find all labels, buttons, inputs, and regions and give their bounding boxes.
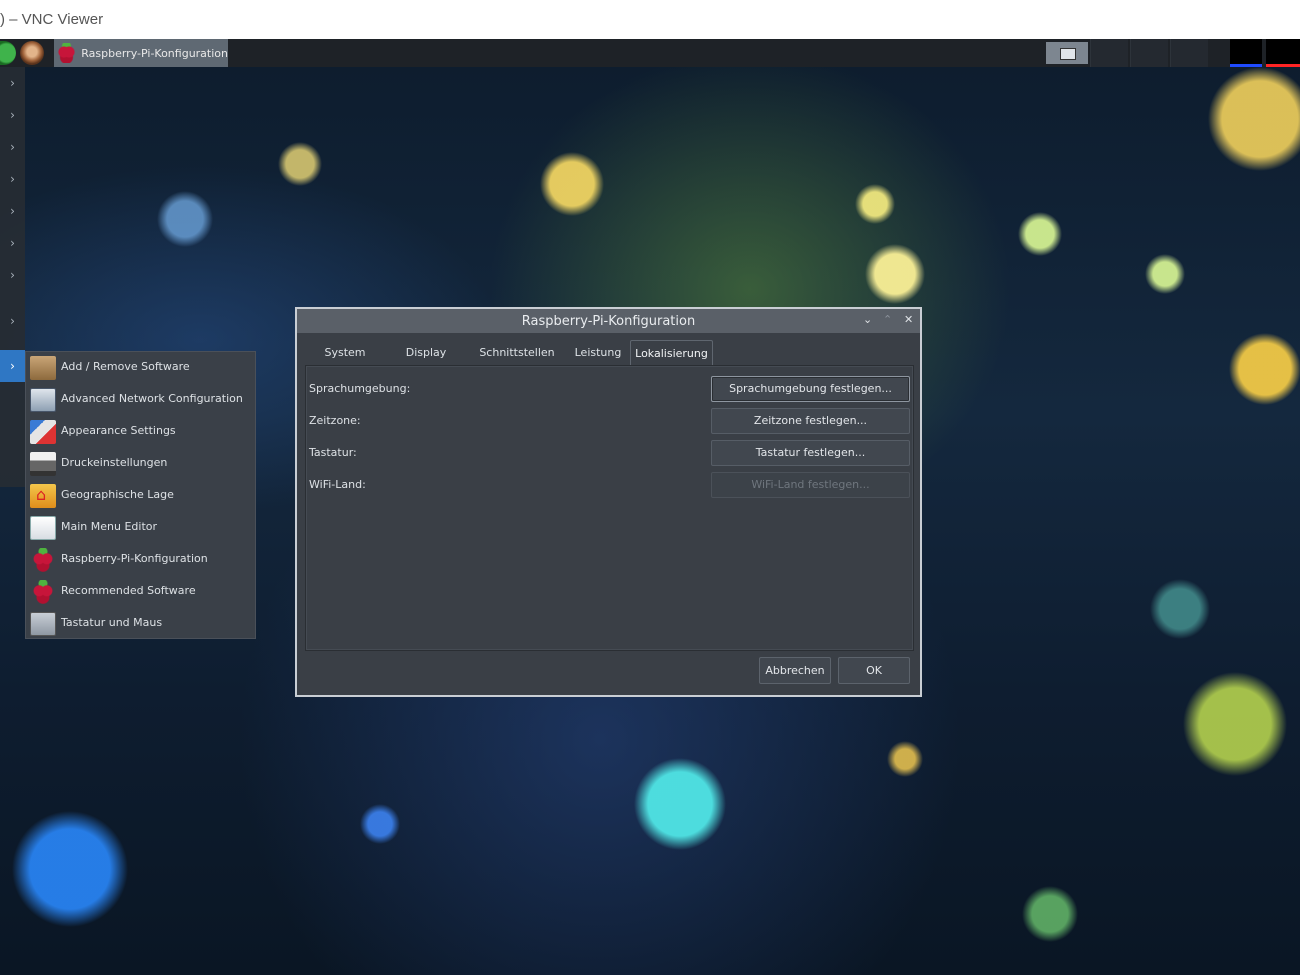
menu-item-add-remove-software[interactable]: Add / Remove Software [26, 352, 255, 384]
taskbar-task-label: Raspberry-Pi-Konfiguration [81, 46, 228, 60]
ok-button[interactable]: OK [838, 657, 910, 684]
tab-lokalisierung[interactable]: Lokalisierung [630, 340, 713, 366]
cpu-monitor-icon[interactable] [1230, 39, 1262, 67]
menu-item-appearance-settings[interactable]: Appearance Settings [26, 416, 255, 448]
cpu-temp-monitor-icon[interactable] [1266, 39, 1300, 67]
raspberry-icon [30, 580, 56, 604]
raspberry-icon [58, 43, 76, 63]
raspberry-icon [30, 548, 56, 572]
menu-item-label: Tastatur und Maus [61, 616, 163, 629]
menu-item-label: Main Menu Editor [61, 520, 158, 533]
cancel-button[interactable]: Abbrechen [759, 657, 831, 684]
menu-item-label: Advanced Network Configuration [61, 392, 243, 405]
taskbar: Raspberry-Pi-Konfiguration [0, 39, 1300, 67]
chevron-right-icon[interactable]: › [0, 75, 25, 91]
menu-item-geographische-lage[interactable]: Geographische Lage [26, 480, 255, 512]
chevron-right-icon[interactable]: › [0, 107, 25, 123]
chevron-right-icon[interactable]: › [0, 350, 25, 382]
chevron-right-icon[interactable]: › [0, 267, 25, 283]
set-wifi-country-button[interactable]: WiFi-Land festlegen... [711, 472, 910, 498]
chevron-right-icon[interactable]: › [0, 203, 25, 219]
menu-item-label: Add / Remove Software [61, 360, 190, 373]
set-locale-button[interactable]: Sprachumgebung festlegen... [711, 376, 910, 402]
maximize-icon[interactable]: ⌃ [883, 313, 892, 326]
menu-item-label: Appearance Settings [61, 424, 176, 437]
menu-item-label: Druckeinstellungen [61, 456, 168, 469]
locale-label: Sprachumgebung: [309, 382, 411, 395]
menu-item-druckeinstellungen[interactable]: Druckeinstellungen [26, 448, 255, 480]
menu-item-main-menu-editor[interactable]: Main Menu Editor [26, 512, 255, 544]
package-icon [30, 356, 56, 380]
close-icon[interactable]: ✕ [904, 313, 913, 326]
main-menu-panel: › › › › › › › › › [0, 67, 25, 487]
network-config-icon [30, 388, 56, 412]
menu-item-raspberry-pi-konfiguration[interactable]: Raspberry-Pi-Konfiguration [26, 544, 255, 576]
dialog-title: Raspberry-Pi-Konfiguration [521, 314, 696, 329]
wifi-country-label: WiFi-Land: [309, 478, 366, 491]
dialog-titlebar[interactable]: Raspberry-Pi-Konfiguration ⌄ ⌃ ✕ [297, 309, 920, 333]
raspberry-menu-icon[interactable] [0, 41, 16, 65]
tab-schnittstellen[interactable]: Schnittstellen [469, 340, 565, 366]
timezone-label: Zeitzone: [309, 414, 361, 427]
printer-icon [30, 452, 56, 476]
screen-layout-icon[interactable] [1046, 42, 1088, 64]
keyboard-mouse-icon [30, 612, 56, 636]
taskbar-tray-slot[interactable] [1090, 39, 1128, 67]
menu-item-label: Recommended Software [61, 584, 196, 597]
lokalisierung-panel: Sprachumgebung: Sprachumgebung festlegen… [305, 365, 914, 651]
chevron-right-icon[interactable]: › [0, 139, 25, 155]
chevron-right-icon[interactable]: › [0, 235, 25, 251]
set-keyboard-button[interactable]: Tastatur festlegen... [711, 440, 910, 466]
taskbar-task-raspi-config[interactable]: Raspberry-Pi-Konfiguration [54, 39, 228, 67]
tab-display[interactable]: Display [391, 340, 461, 366]
minimize-icon[interactable]: ⌄ [863, 313, 872, 326]
menu-item-recommended-software[interactable]: Recommended Software [26, 576, 255, 608]
menu-editor-icon [30, 516, 56, 540]
menu-item-label: Geographische Lage [61, 488, 174, 501]
home-folder-icon [30, 484, 56, 508]
web-browser-icon[interactable] [20, 41, 44, 65]
taskbar-tray-slot[interactable] [1130, 39, 1168, 67]
vnc-toolbar-strip[interactable] [475, 0, 825, 42]
tab-system[interactable]: System [305, 340, 385, 366]
keyboard-label: Tastatur: [309, 446, 357, 459]
taskbar-tray-slot[interactable] [1170, 39, 1208, 67]
menu-item-tastatur-und-maus[interactable]: Tastatur und Maus [26, 608, 255, 640]
tab-leistung[interactable]: Leistung [563, 340, 633, 366]
chevron-right-icon[interactable]: › [0, 313, 25, 329]
vnc-window-title: ) – VNC Viewer [0, 11, 104, 28]
set-timezone-button[interactable]: Zeitzone festlegen... [711, 408, 910, 434]
appearance-icon [30, 420, 56, 444]
menu-item-label: Raspberry-Pi-Konfiguration [61, 552, 208, 565]
raspi-config-dialog: Raspberry-Pi-Konfiguration ⌄ ⌃ ✕ System … [295, 307, 922, 697]
chevron-right-icon[interactable]: › [0, 171, 25, 187]
preferences-submenu: Add / Remove Software Advanced Network C… [25, 351, 256, 639]
menu-item-advanced-network-configuration[interactable]: Advanced Network Configuration [26, 384, 255, 416]
remote-desktop: Raspberry-Pi-Konfiguration › › › › › › ›… [0, 39, 1300, 975]
